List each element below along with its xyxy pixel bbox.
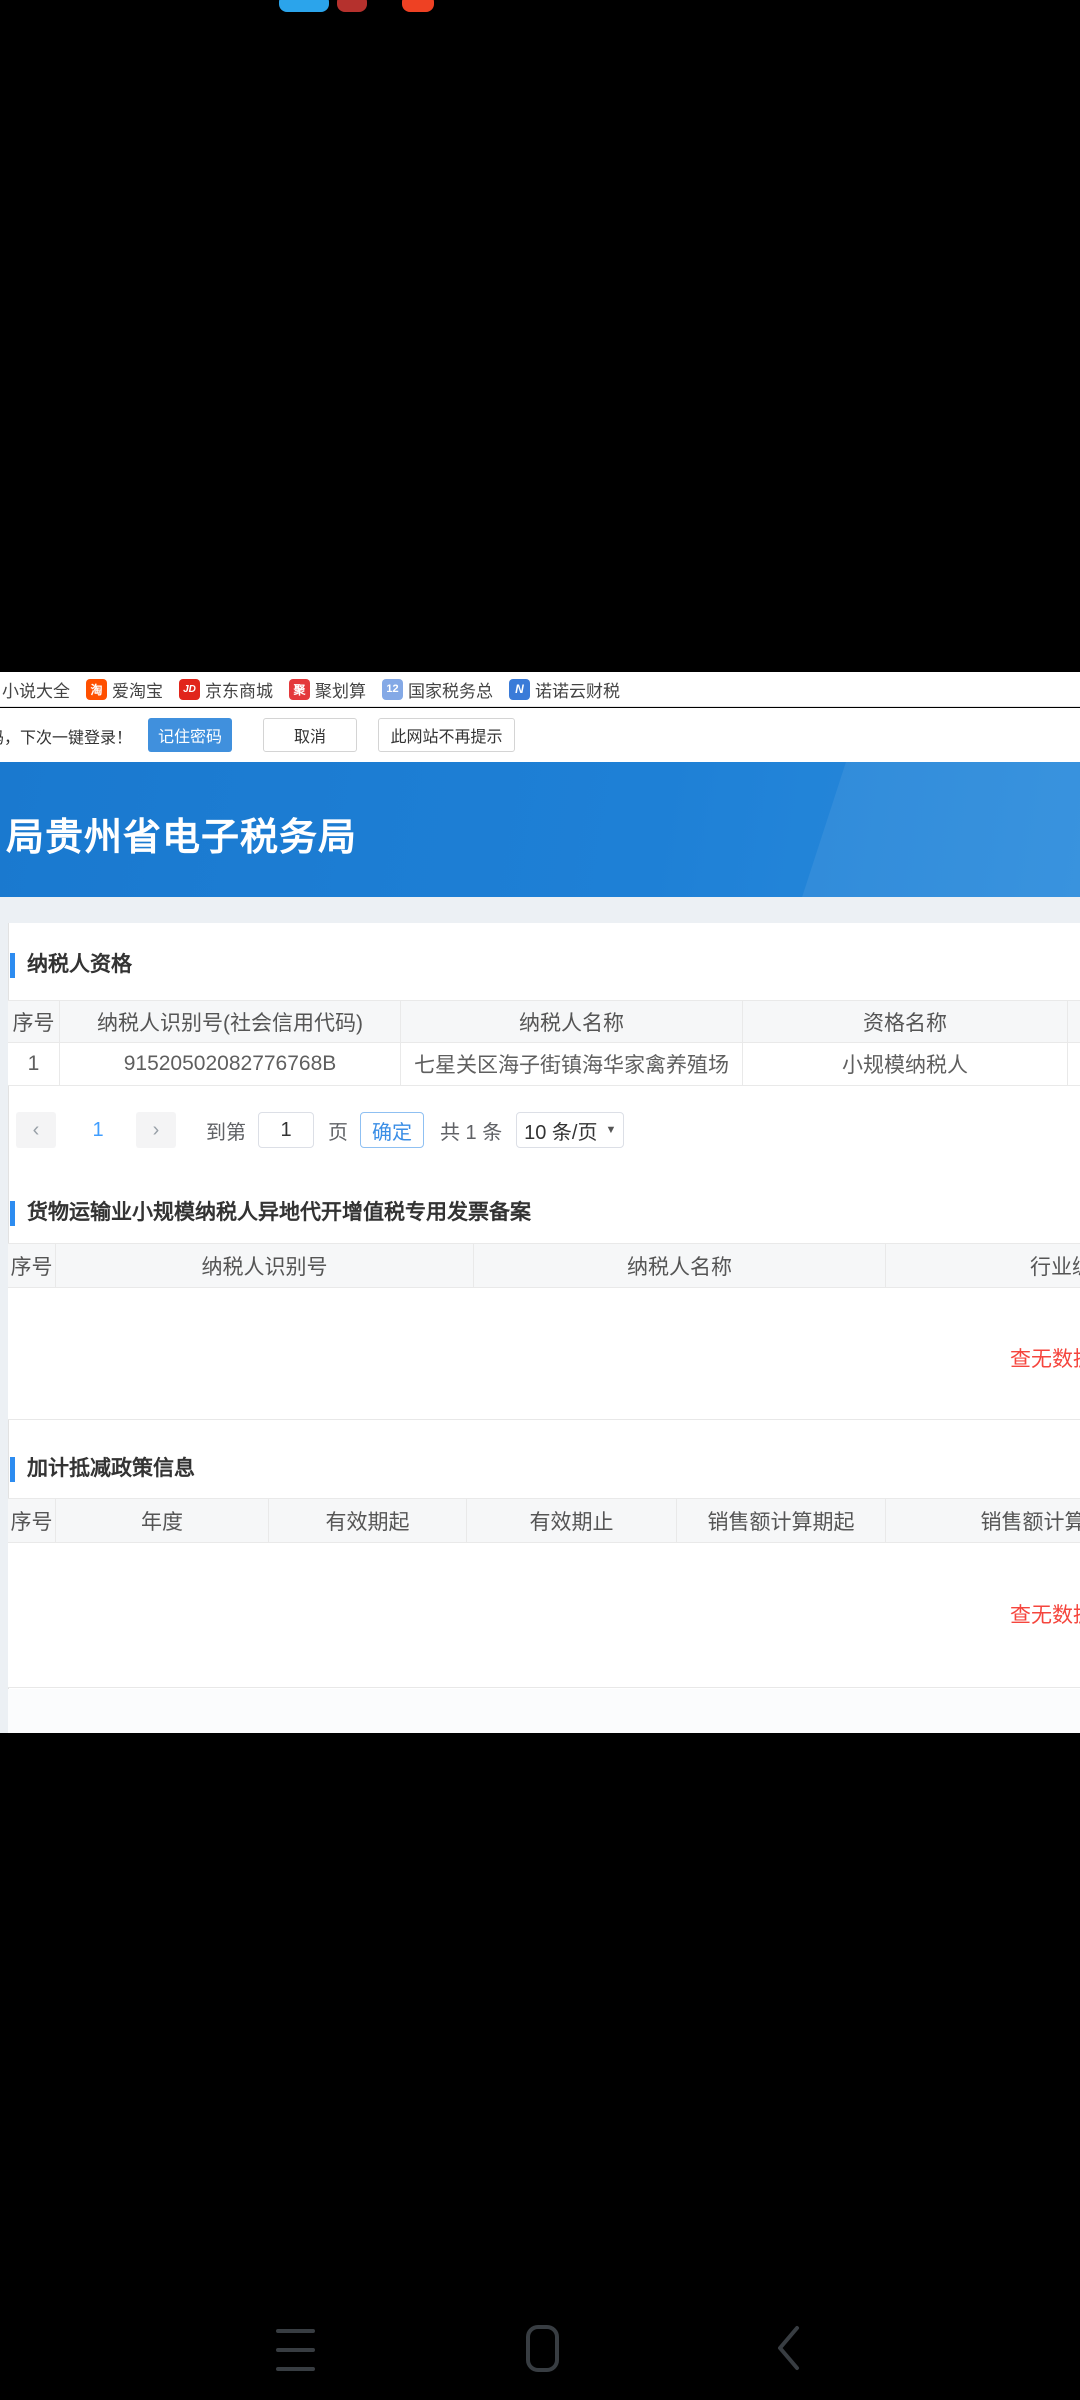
remember-password-button[interactable]: 记住密码	[148, 718, 232, 752]
section-accent-bar	[10, 953, 15, 978]
col-header-taxpayer-id: 纳税人识别号	[56, 1244, 474, 1287]
recents-icon	[276, 2329, 315, 2333]
prev-page-button[interactable]: ‹	[16, 1112, 56, 1148]
table-row: 1 91520502082776768B 七星关区海子街镇海华家禽养殖场 小规模…	[8, 1043, 1080, 1086]
site-header: 局贵州省电子税务局	[0, 762, 1080, 897]
home-button[interactable]	[526, 2325, 559, 2372]
deduction-table-header: 序号 年度 有效期起 有效期止 销售额计算期起 销售额计算期止	[8, 1498, 1080, 1543]
next-page-button[interactable]: ›	[136, 1112, 176, 1148]
taxpayer-table-header: 序号 纳税人识别号(社会信用代码) 纳税人名称 资格名称	[8, 1000, 1080, 1043]
bookmark-label: 小说大全	[2, 677, 70, 702]
juhuasuan-icon: 聚	[289, 679, 310, 700]
col-header-seq: 序号	[8, 1244, 56, 1287]
browser-tab-icon-blue[interactable]	[279, 0, 329, 12]
page-title: 局贵州省电子税务局	[6, 806, 357, 861]
freight-empty-body: 查无数据	[8, 1288, 1080, 1420]
col-header-seq: 序号	[8, 1001, 60, 1042]
recents-button[interactable]	[276, 2329, 315, 2371]
freight-table: 序号 纳税人识别号 纳税人名称 行业编码	[8, 1243, 1080, 1288]
col-header-qualification: 资格名称	[743, 1001, 1068, 1042]
no-data-message: 查无数据	[1010, 1343, 1080, 1373]
browser-tab-icon-dark-red[interactable]	[337, 0, 367, 12]
content-bottom-strip	[8, 1689, 1080, 1733]
bookmark-jd[interactable]: JD 京东商城	[179, 677, 273, 702]
taxpayer-section-title: 纳税人资格	[27, 948, 132, 978]
header-swoosh-decoration	[788, 762, 1080, 897]
back-chevron-icon	[774, 2325, 802, 2371]
cancel-button[interactable]: 取消	[263, 718, 357, 752]
bookmark-aitaobao[interactable]: 淘 爱淘宝	[86, 677, 163, 702]
deduction-table: 序号 年度 有效期起 有效期止 销售额计算期起 销售额计算期止	[8, 1498, 1080, 1543]
page-size-value: 10 条/页	[524, 1116, 597, 1145]
bookmark-nuonuo[interactable]: N 诺诺云财税	[509, 677, 620, 702]
cell-qualification: 小规模纳税人	[743, 1043, 1068, 1085]
chevron-down-icon: ▼	[605, 1124, 616, 1136]
page-number-input[interactable]	[258, 1112, 314, 1148]
jd-icon: JD	[179, 679, 200, 700]
bookmark-label: 诺诺云财税	[535, 677, 620, 702]
phone-screen: 小说大全 淘 爱淘宝 JD 京东商城 聚 聚划算 12 国家税务总 N 诺诺云财…	[0, 0, 1080, 2400]
cell-seq: 1	[8, 1043, 60, 1085]
cell-taxpayer-name: 七星关区海子街镇海华家禽养殖场	[401, 1043, 743, 1085]
col-header-sales-calc-to: 销售额计算期止	[886, 1499, 1080, 1542]
col-header-sales-calc-from: 销售额计算期起	[677, 1499, 886, 1542]
goto-page-label: 到第	[206, 1116, 246, 1145]
col-header-taxpayer-id: 纳税人识别号(社会信用代码)	[60, 1001, 401, 1042]
col-header-taxpayer-name: 纳税人名称	[401, 1001, 743, 1042]
bookmark-novel[interactable]: 小说大全	[2, 677, 70, 702]
left-gutter	[0, 923, 8, 1733]
bookmarks-bar: 小说大全 淘 爱淘宝 JD 京东商城 聚 聚划算 12 国家税务总 N 诺诺云财…	[0, 672, 1080, 707]
section-accent-bar	[10, 1457, 15, 1482]
cell-cutoff	[1068, 1043, 1080, 1085]
bookmark-label: 爱淘宝	[112, 677, 163, 702]
col-header-valid-from: 有效期起	[269, 1499, 467, 1542]
col-header-seq: 序号	[8, 1499, 56, 1542]
col-header-industry-code: 行业编码	[886, 1244, 1080, 1287]
dismiss-site-button[interactable]: 此网站不再提示	[378, 718, 515, 752]
page-unit-label: 页	[328, 1116, 348, 1145]
page-size-select[interactable]: 10 条/页 ▼	[516, 1112, 624, 1148]
pagination: ‹ 1 › 到第 页 确定 共 1 条 10 条/页 ▼	[8, 1108, 1080, 1152]
current-page-number[interactable]: 1	[80, 1119, 116, 1142]
bookmark-label: 京东商城	[205, 677, 273, 702]
freight-table-header: 序号 纳税人识别号 纳税人名称 行业编码	[8, 1243, 1080, 1288]
back-button[interactable]	[774, 2325, 802, 2376]
section-accent-bar	[10, 1201, 15, 1226]
no-data-message: 查无数据	[1010, 1599, 1080, 1629]
password-save-prompt: 码，下次一键登录！ 记住密码 取消 此网站不再提示	[0, 708, 1080, 762]
bookmark-label: 聚划算	[315, 677, 366, 702]
tax-bureau-icon: 12	[382, 679, 403, 700]
header-divider-band	[0, 897, 1080, 923]
deduction-section-title: 加计抵减政策信息	[27, 1452, 195, 1482]
total-count-label: 共 1 条	[440, 1116, 502, 1145]
password-prompt-message: 码，下次一键登录！	[0, 724, 132, 748]
col-header-valid-to: 有效期止	[467, 1499, 677, 1542]
bookmark-juhuasuan[interactable]: 聚 聚划算	[289, 677, 366, 702]
col-header-cutoff	[1068, 1001, 1080, 1042]
taxpayer-table: 序号 纳税人识别号(社会信用代码) 纳税人名称 资格名称 1 915205020…	[8, 1000, 1080, 1086]
deduction-empty-body: 查无数据	[8, 1543, 1080, 1688]
nuonuo-icon: N	[509, 679, 530, 700]
cell-taxpayer-id: 91520502082776768B	[60, 1043, 401, 1085]
bookmark-tax-bureau[interactable]: 12 国家税务总	[382, 677, 493, 702]
col-header-year: 年度	[56, 1499, 269, 1542]
bookmark-label: 国家税务总	[408, 677, 493, 702]
confirm-page-button[interactable]: 确定	[360, 1112, 424, 1148]
taobao-icon: 淘	[86, 679, 107, 700]
browser-tab-icon-red[interactable]	[402, 0, 434, 12]
col-header-taxpayer-name: 纳税人名称	[474, 1244, 886, 1287]
freight-section-title: 货物运输业小规模纳税人异地代开增值税专用发票备案	[27, 1196, 531, 1226]
